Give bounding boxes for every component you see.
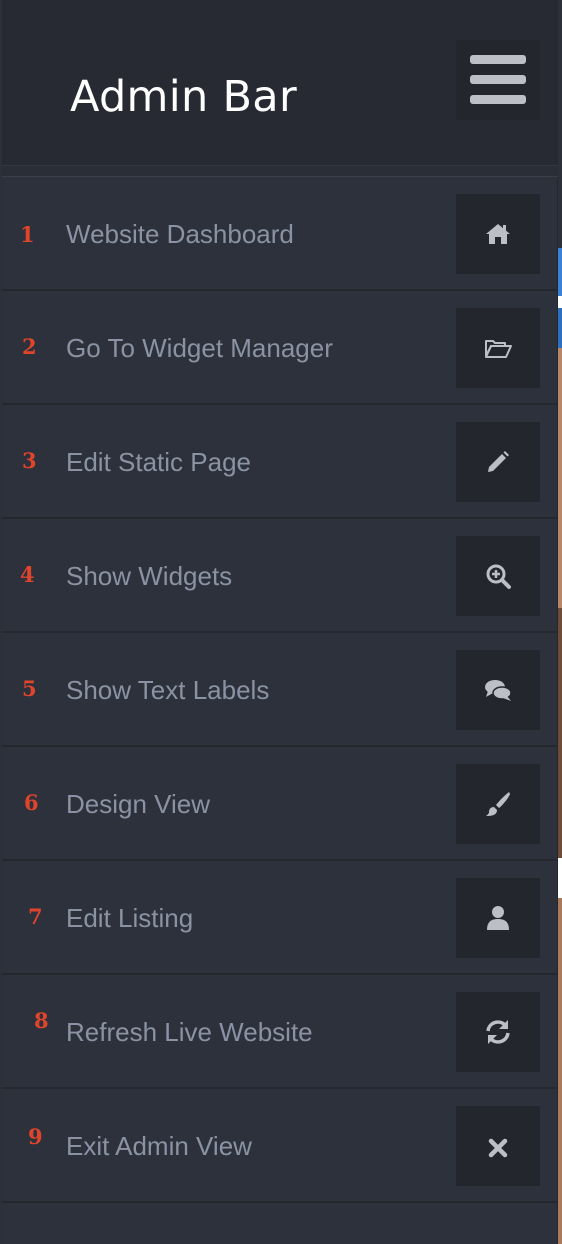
home-icon [486,224,510,244]
menu-item-edit-static-page[interactable]: 3 Edit Static Page [2,405,558,519]
pencil-icon [488,451,509,472]
menu-item-show-widgets[interactable]: 4 Show Widgets [2,519,558,633]
menu-item-website-dashboard[interactable]: 1 Website Dashboard [2,177,558,291]
show-widgets-button[interactable] [456,536,540,616]
menu-toggle-button[interactable] [456,40,540,120]
item-number: 1 [20,222,35,247]
menu-item-design-view[interactable]: 6 Design View [2,747,558,861]
admin-bar-header: Admin Bar [2,0,558,166]
menu-item-label: Refresh Live Website [66,1017,313,1047]
item-number: 8 [34,1008,49,1033]
item-number: 2 [22,334,37,359]
website-background-strip [558,0,562,1244]
item-number: 7 [28,904,43,929]
menu-item-edit-listing[interactable]: 7 Edit Listing [2,861,558,975]
admin-bar-frame: Admin Bar 1 Website Dashboard 2 Go To Wi… [0,0,562,1244]
menu-item-label: Show Text Labels [66,675,270,705]
menu-item-label: Edit Static Page [66,447,251,477]
item-number: 6 [24,790,39,815]
comments-icon [485,680,512,701]
user-icon [487,906,509,930]
header-divider [2,166,558,177]
website-dashboard-button[interactable] [456,194,540,274]
exit-admin-view-button[interactable] [456,1106,540,1186]
menu-item-widget-manager[interactable]: 2 Go To Widget Manager [2,291,558,405]
refresh-icon [486,1020,510,1044]
menu-item-label: Go To Widget Manager [66,333,333,363]
item-number: 5 [22,676,37,701]
menu-item-label: Design View [66,789,211,819]
edit-static-page-button[interactable] [456,422,540,502]
menu-item-label: Website Dashboard [66,219,294,249]
show-text-labels-button[interactable] [456,650,540,730]
item-number: 9 [28,1124,43,1149]
menu-item-exit-admin-view[interactable]: 9 Exit Admin View [2,1089,558,1203]
menu-item-refresh-live-website[interactable]: 8 Refresh Live Website [2,975,558,1089]
refresh-live-website-button[interactable] [456,992,540,1072]
menu-item-label: Edit Listing [66,903,194,933]
menu-item-label: Show Widgets [66,561,233,591]
zoom-in-icon [486,564,511,589]
menu-item-show-text-labels[interactable]: 5 Show Text Labels [2,633,558,747]
paint-brush-icon [486,792,510,816]
edit-listing-button[interactable] [456,878,540,958]
admin-bar-title: Admin Bar [70,72,297,122]
menu-item-label: Exit Admin View [66,1131,252,1161]
item-number: 3 [22,448,37,473]
design-view-button[interactable] [456,764,540,844]
admin-menu: 1 Website Dashboard 2 Go To Widget Manag… [2,177,558,1203]
close-icon [488,1138,508,1158]
item-number: 4 [20,562,35,587]
folder-open-icon [485,340,512,358]
widget-manager-button[interactable] [456,308,540,388]
admin-bar-panel: Admin Bar 1 Website Dashboard 2 Go To Wi… [2,0,558,1244]
